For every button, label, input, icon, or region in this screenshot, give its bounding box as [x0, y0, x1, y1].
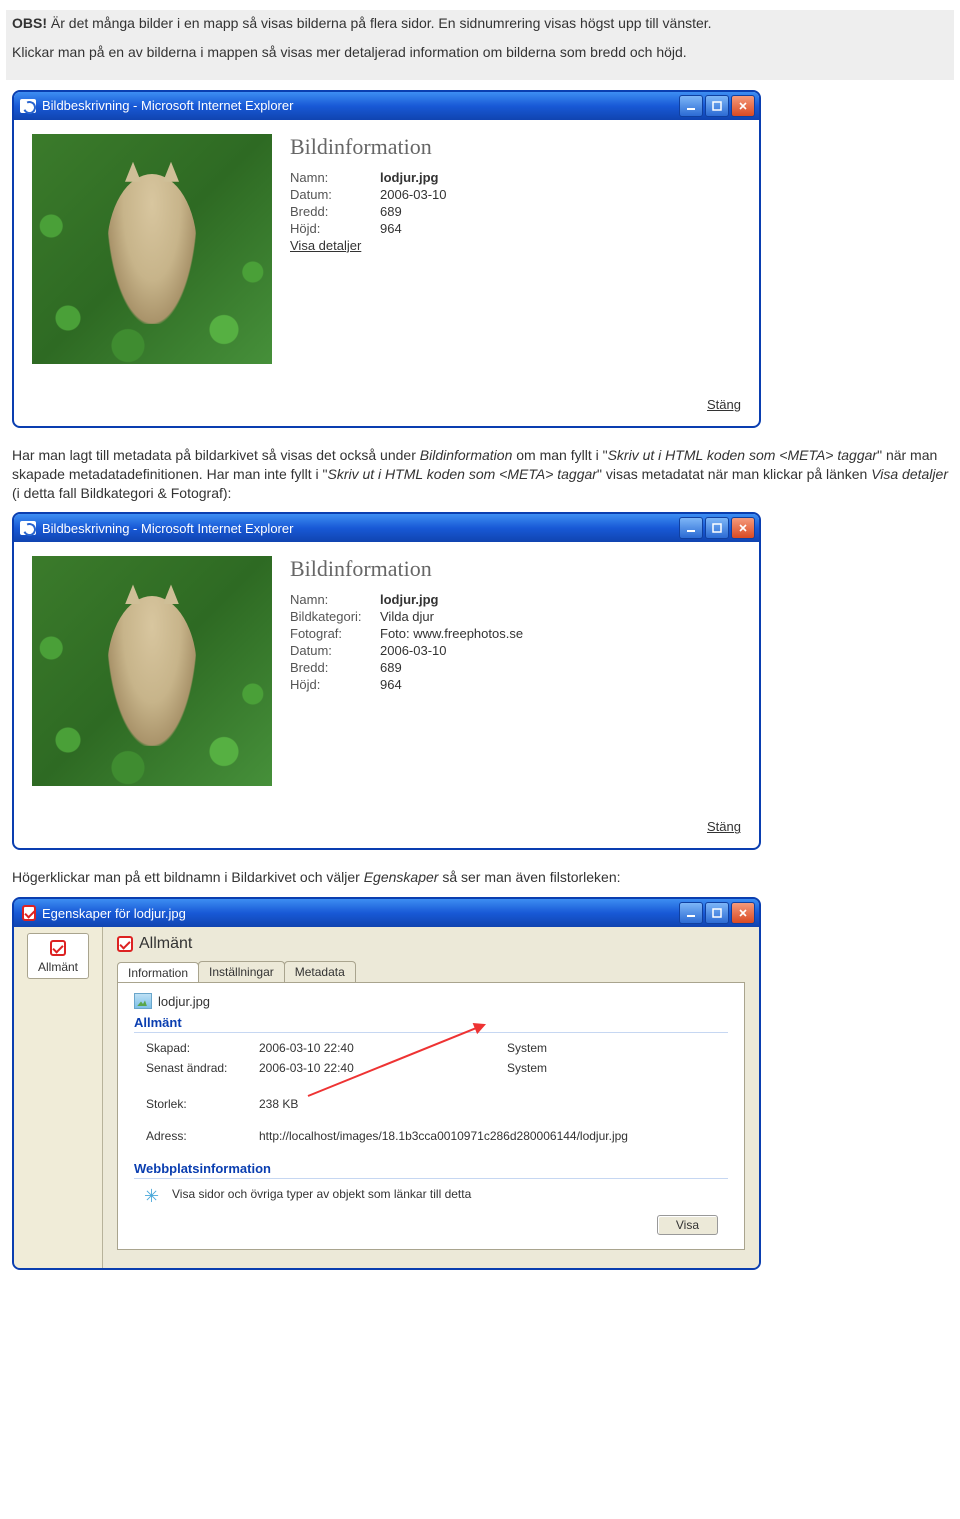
checkbox-icon [117, 936, 133, 952]
close-link[interactable]: Stäng [707, 397, 741, 412]
ie-titlebar-2[interactable]: Bildbeskrivning - Microsoft Internet Exp… [14, 514, 759, 542]
intro-p2: Klickar man på en av bilderna i mappen s… [12, 43, 948, 62]
minimize-button[interactable] [679, 517, 703, 539]
close-button[interactable] [731, 902, 755, 924]
ie-logo-icon [20, 521, 36, 535]
sidebar-tab-allmant[interactable]: Allmänt [27, 933, 89, 979]
checkbox-icon [22, 906, 36, 920]
checkbox-icon [50, 940, 66, 956]
intro-box: OBS! Är det många bilder i en mapp så vi… [6, 10, 954, 80]
minimize-button[interactable] [679, 902, 703, 924]
props-tabs: Information Inställningar Metadata [117, 961, 745, 982]
section-heading: Allmänt [117, 935, 745, 953]
maximize-button[interactable] [705, 95, 729, 117]
ie-title-text: Bildbeskrivning - Microsoft Internet Exp… [42, 521, 293, 536]
p4: Högerklickar man på ett bildnamn i Bilda… [12, 868, 948, 887]
image-thumbnail [32, 134, 272, 364]
ie-logo-icon [20, 99, 36, 113]
obs-label: OBS! [12, 15, 47, 31]
tab-information[interactable]: Information [117, 962, 199, 983]
image-file-icon [134, 993, 152, 1009]
info-heading: Bildinformation [290, 556, 741, 582]
image-thumbnail [32, 556, 272, 786]
ie-title-text: Bildbeskrivning - Microsoft Internet Exp… [42, 98, 293, 113]
close-link[interactable]: Stäng [707, 819, 741, 834]
props-title-text: Egenskaper för lodjur.jpg [42, 906, 186, 921]
props-sidebar: Allmänt [14, 927, 103, 1268]
link-star-icon [144, 1187, 162, 1205]
image-info-pane: Bildinformation Namn:lodjur.jpg Datum:20… [290, 134, 741, 384]
web-info-line: Visa sidor och övriga typer av objekt so… [134, 1183, 728, 1209]
maximize-button[interactable] [705, 517, 729, 539]
maximize-button[interactable] [705, 902, 729, 924]
show-details-link[interactable]: Visa detaljer [290, 238, 361, 253]
close-button[interactable] [731, 517, 755, 539]
image-info-pane: Bildinformation Namn:lodjur.jpg Bildkate… [290, 556, 741, 806]
close-button[interactable] [731, 95, 755, 117]
properties-window: Egenskaper för lodjur.jpg Allmänt Allmän… [12, 897, 761, 1270]
tab-installningar[interactable]: Inställningar [198, 961, 285, 982]
ie-titlebar-1[interactable]: Bildbeskrivning - Microsoft Internet Exp… [14, 92, 759, 120]
intro-p1: OBS! Är det många bilder i en mapp så vi… [12, 14, 948, 33]
minimize-button[interactable] [679, 95, 703, 117]
visa-button[interactable]: Visa [657, 1215, 718, 1235]
mid-paragraph: Har man lagt till metadata på bildarkive… [12, 446, 948, 503]
props-titlebar[interactable]: Egenskaper för lodjur.jpg [14, 899, 759, 927]
group-allmant: Allmänt [134, 1015, 728, 1033]
info-heading: Bildinformation [290, 134, 741, 160]
group-webbplats: Webbplatsinformation [134, 1161, 728, 1179]
file-name-line: lodjur.jpg [134, 993, 728, 1009]
props-table: Skapad:2006-03-10 22:40System Senast änd… [134, 1037, 728, 1147]
ie-window-1: Bildbeskrivning - Microsoft Internet Exp… [12, 90, 761, 428]
tab-panel: lodjur.jpg Allmänt Skapad:2006-03-10 22:… [117, 982, 745, 1250]
tab-metadata[interactable]: Metadata [284, 961, 356, 982]
ie-window-2: Bildbeskrivning - Microsoft Internet Exp… [12, 512, 761, 850]
